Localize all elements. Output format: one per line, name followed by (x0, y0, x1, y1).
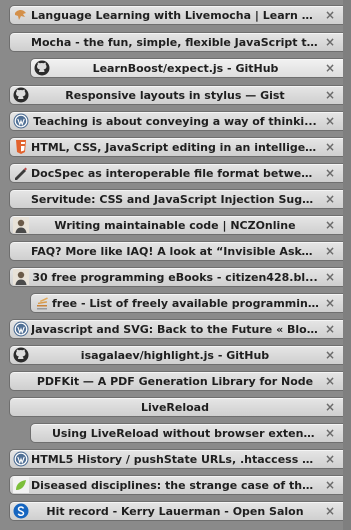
tab-title: Using LiveReload without browser extensi… (52, 426, 323, 440)
tab-item[interactable]: HTML5 History / pushState URLs, .htacces… (9, 449, 343, 469)
close-icon[interactable]: × (323, 268, 337, 286)
tab-title: LiveReload (141, 400, 209, 414)
leaf-icon (13, 477, 29, 493)
tab-item[interactable]: LiveReload × (9, 397, 343, 417)
favicon-placeholder (34, 425, 50, 441)
github-icon (34, 60, 50, 76)
wordpress-icon (13, 113, 29, 129)
tab-title: isagalaev/highlight.js - GitHub (80, 348, 270, 362)
close-icon[interactable]: × (323, 190, 337, 208)
tab-item[interactable]: LearnBoost/expect.js - GitHub × (30, 58, 343, 78)
close-icon[interactable]: × (323, 320, 337, 338)
tab-item[interactable]: Servitude: CSS and JavaScript Injection … (9, 189, 343, 209)
close-icon[interactable]: × (323, 346, 337, 364)
tab-item[interactable]: Responsive layouts in stylus — Gist × (9, 85, 343, 105)
tab-item[interactable]: Diseased disciplines: the strange case o… (9, 475, 343, 495)
tab-item[interactable]: 30 free programming eBooks - citizen428.… (9, 267, 343, 287)
avatar-icon (13, 217, 29, 233)
tab-title: LearnBoost/expect.js - GitHub (92, 61, 279, 75)
tab-title: HTML5 History / pushState URLs, .htacces… (31, 452, 323, 466)
tab-title: Writing maintainable code | NCZOnline (54, 218, 296, 232)
close-icon[interactable]: × (323, 6, 337, 24)
tab-item[interactable]: Javascript and SVG: Back to the Future «… (9, 319, 343, 339)
tab-title: HTML, CSS, JavaScript editing in an inte… (31, 140, 323, 154)
tab-title: Responsive layouts in stylus — Gist (65, 88, 285, 102)
tab-item[interactable]: PDFKit — A PDF Generation Library for No… (9, 371, 343, 391)
tab-title: Hit record - Kerry Lauerman - Open Salon (46, 504, 304, 518)
favicon-placeholder (13, 34, 29, 50)
favicon-placeholder (13, 399, 29, 415)
tab-item[interactable]: Using LiveReload without browser extensi… (30, 423, 343, 443)
tab-title: DocSpec as interoperable file format bet… (31, 166, 322, 180)
close-icon[interactable]: × (323, 502, 337, 520)
github-icon (13, 87, 29, 103)
tab-item[interactable]: HTML, CSS, JavaScript editing in an inte… (9, 137, 343, 157)
tab-title: Mocha - the fun, simple, flexible JavaSc… (31, 35, 320, 49)
close-icon[interactable]: × (323, 33, 337, 51)
close-icon[interactable]: × (323, 216, 337, 234)
tab-item[interactable]: Language Learning with Livemocha | Learn… (9, 5, 343, 25)
close-icon[interactable]: × (323, 424, 337, 442)
close-icon[interactable]: × (323, 476, 337, 494)
salon-icon (13, 503, 29, 519)
favicon-placeholder (13, 243, 29, 259)
livemocha-icon (13, 7, 29, 23)
wordpress-icon (13, 321, 29, 337)
tab-title: 30 free programming eBooks - citizen428.… (32, 270, 318, 284)
tab-item[interactable]: Teaching is about conveying a way of thi… (9, 111, 343, 131)
close-icon[interactable]: × (323, 112, 337, 130)
tab-title: Javascript and SVG: Back to the Future «… (31, 322, 323, 336)
close-icon[interactable]: × (323, 294, 337, 312)
close-icon[interactable]: × (323, 372, 337, 390)
tab-item[interactable]: Hit record - Kerry Lauerman - Open Salon… (9, 501, 343, 521)
close-icon[interactable]: × (323, 138, 337, 156)
tab-item[interactable]: free - List of freely available programm… (30, 293, 343, 313)
close-icon[interactable]: × (323, 59, 337, 77)
favicon-placeholder (13, 373, 29, 389)
tab-item[interactable]: isagalaev/highlight.js - GitHub × (9, 345, 343, 365)
scrollbar[interactable] (343, 0, 351, 530)
docspec-icon (13, 165, 29, 181)
tab-title: free - List of freely available programm… (52, 296, 323, 310)
close-icon[interactable]: × (323, 242, 337, 260)
wordpress-icon (13, 451, 29, 467)
favicon-placeholder (13, 191, 29, 207)
tab-title: Servitude: CSS and JavaScript Injection … (31, 192, 323, 206)
close-icon[interactable]: × (323, 398, 337, 416)
html5-icon (13, 139, 29, 155)
tab-item[interactable]: FAQ? More like IAQ! A look at “Invisible… (9, 241, 343, 261)
stack-icon (34, 295, 50, 311)
tab-title: Diseased disciplines: the strange case o… (31, 478, 323, 492)
tab-title: Language Learning with Livemocha | Learn… (31, 8, 322, 22)
close-icon[interactable]: × (323, 164, 337, 182)
github-icon (13, 347, 29, 363)
close-icon[interactable]: × (323, 450, 337, 468)
tab-title: Teaching is about conveying a way of thi… (33, 114, 317, 128)
tab-title: PDFKit — A PDF Generation Library for No… (36, 374, 314, 388)
vertical-tab-panel: Language Learning with Livemocha | Learn… (0, 0, 351, 530)
tab-item[interactable]: Writing maintainable code | NCZOnline × (9, 215, 343, 235)
tab-item[interactable]: DocSpec as interoperable file format bet… (9, 163, 343, 183)
tab-title: FAQ? More like IAQ! A look at “Invisible… (31, 244, 322, 258)
avatar-icon (13, 269, 29, 285)
tab-item[interactable]: Mocha - the fun, simple, flexible JavaSc… (9, 32, 343, 52)
close-icon[interactable]: × (323, 86, 337, 104)
